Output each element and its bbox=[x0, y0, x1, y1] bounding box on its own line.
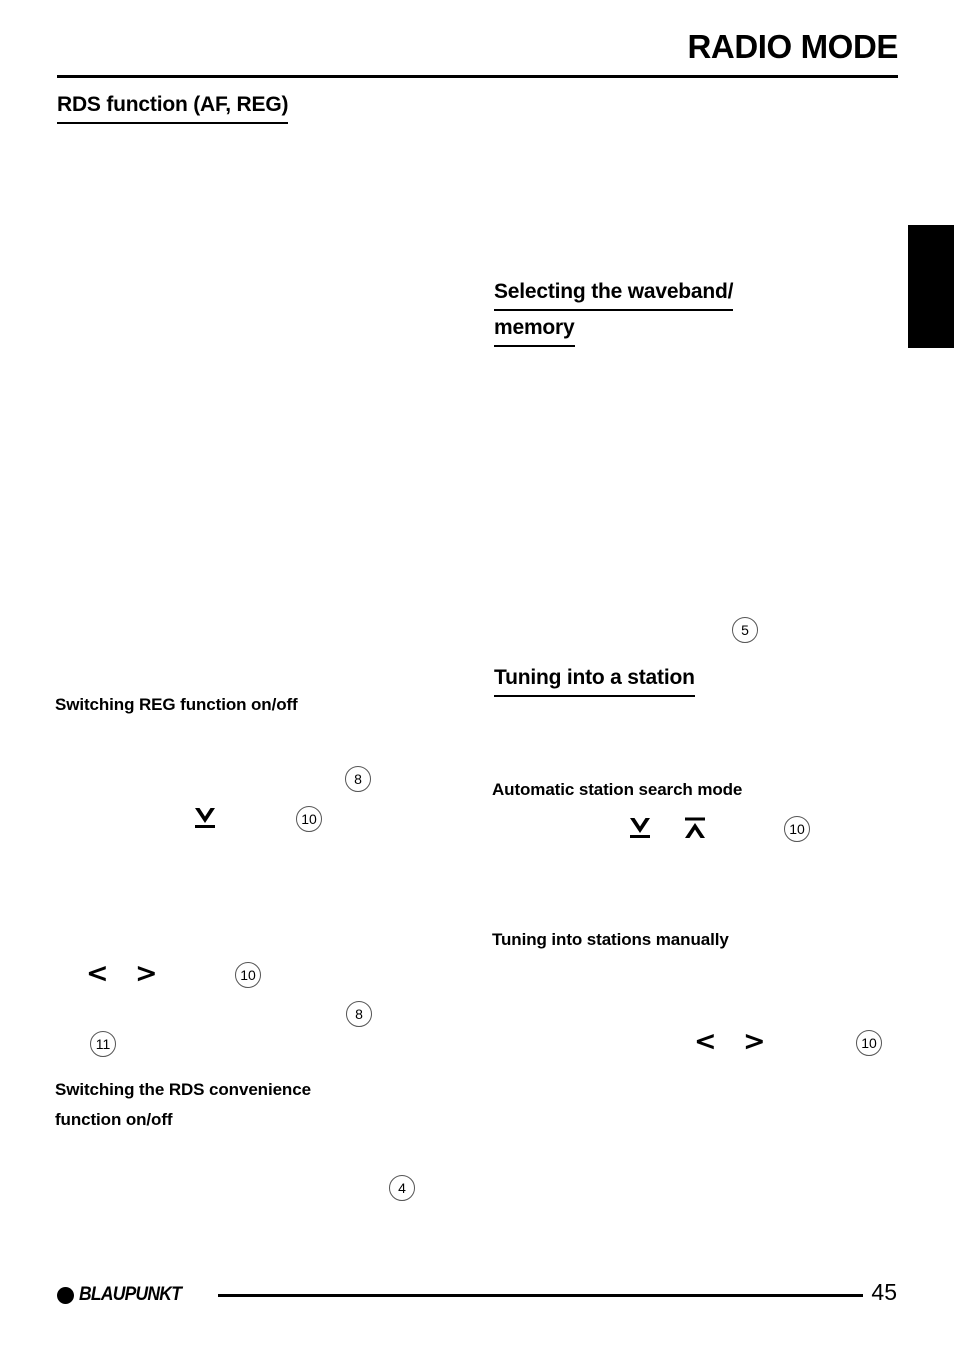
callout-badge-8: 8 bbox=[345, 766, 371, 792]
header-divider bbox=[57, 75, 898, 78]
manual-page: RADIO MODE RDS function (AF, REG) Switch… bbox=[0, 0, 954, 1349]
subheading-switching-reg: Switching REG function on/off bbox=[55, 695, 298, 714]
callout-badge-10: 10 bbox=[856, 1030, 882, 1056]
seek-up-icon bbox=[682, 815, 708, 841]
subheading-automatic-station-search: Automatic station search mode bbox=[492, 780, 743, 799]
page-title: RADIO MODE bbox=[687, 28, 898, 65]
chapter-tab-marker bbox=[908, 225, 954, 348]
subheading-tuning-manually: Tuning into stations manually bbox=[492, 930, 729, 949]
heading-waveband-line-1: Selecting the waveband/ bbox=[494, 275, 734, 311]
subheading-rds-line-1: Switching the RDS convenience bbox=[55, 1080, 311, 1099]
callout-badge-5: 5 bbox=[732, 617, 758, 643]
page-number: 45 bbox=[871, 1279, 897, 1305]
seek-down-icon bbox=[627, 815, 653, 841]
chevron-left-icon: < bbox=[86, 958, 109, 989]
footer-divider bbox=[218, 1294, 863, 1297]
callout-badge-10: 10 bbox=[235, 962, 261, 988]
chevron-right-icon: > bbox=[743, 1026, 766, 1057]
callout-badge-10: 10 bbox=[784, 816, 810, 842]
chevron-left-icon: < bbox=[694, 1026, 717, 1057]
chevron-right-icon: > bbox=[135, 958, 158, 989]
callout-badge-10: 10 bbox=[296, 806, 322, 832]
heading-rds-function-text: RDS function (AF, REG) bbox=[57, 88, 288, 124]
heading-rds-function: RDS function (AF, REG) bbox=[57, 88, 288, 124]
heading-tuning-into-station: Tuning into a station bbox=[494, 661, 695, 697]
blaupunkt-logo: BLAUPUNKT bbox=[57, 1284, 190, 1306]
callout-badge-11: 11 bbox=[90, 1031, 116, 1057]
subheading-rds-line-2: function on/off bbox=[55, 1110, 173, 1129]
heading-tuning-text: Tuning into a station bbox=[494, 661, 695, 697]
heading-waveband-line-2: memory bbox=[494, 311, 575, 347]
blaupunkt-dot-icon bbox=[57, 1286, 74, 1304]
callout-badge-8: 8 bbox=[346, 1001, 372, 1027]
heading-selecting-waveband: Selecting the waveband/ memory bbox=[494, 275, 824, 347]
callout-badge-4: 4 bbox=[389, 1175, 415, 1201]
subheading-switching-rds-convenience: Switching the RDS convenience function o… bbox=[55, 1075, 435, 1135]
seek-down-icon bbox=[192, 805, 218, 831]
blaupunkt-wordmark: BLAUPUNKT bbox=[79, 1284, 182, 1305]
